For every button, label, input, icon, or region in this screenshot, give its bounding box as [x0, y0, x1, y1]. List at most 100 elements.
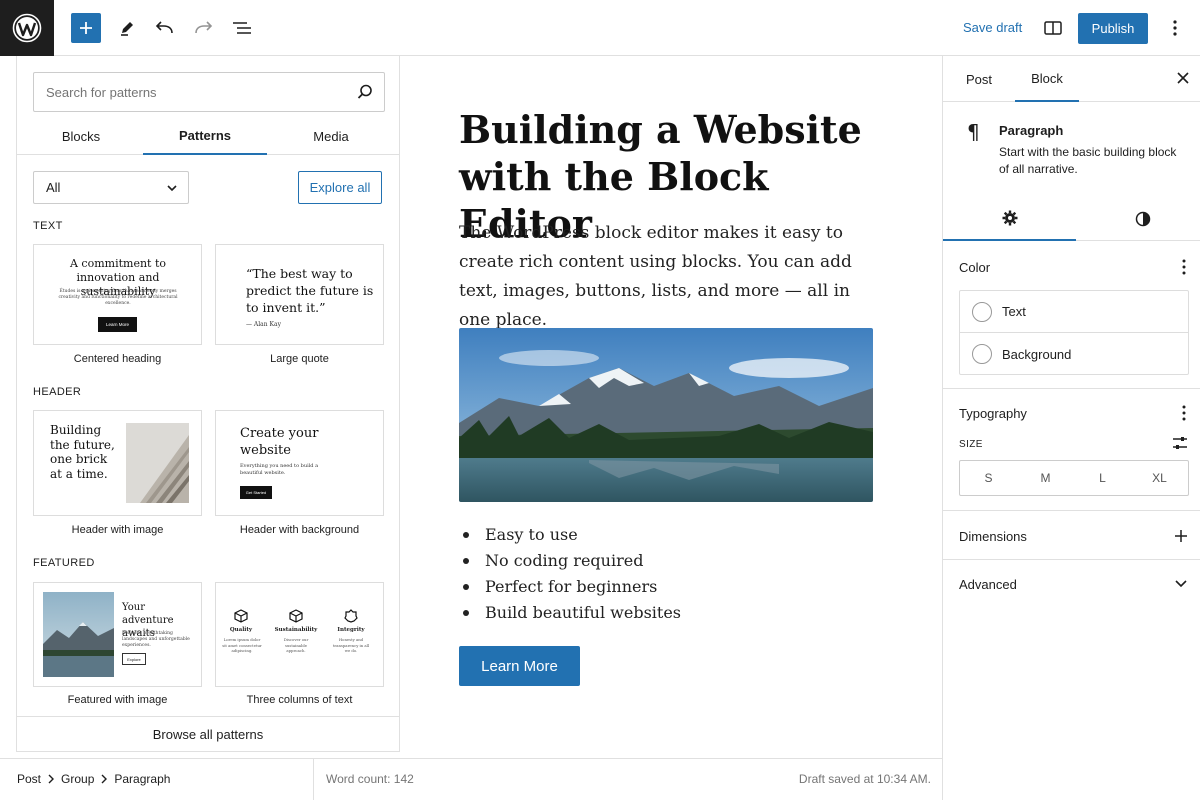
- pattern-label: Featured with image: [67, 694, 168, 706]
- inserter-tabs: Blocks Patterns Media: [17, 118, 399, 155]
- pattern-card-featured-with-image[interactable]: Your adventure awaits Discover breathtak…: [33, 582, 202, 687]
- font-size-picker: S M L XL: [959, 460, 1189, 496]
- search-icon[interactable]: [356, 83, 374, 101]
- typography-section-title[interactable]: Typography: [959, 406, 1027, 421]
- columns-view-icon: [1044, 21, 1062, 35]
- chevron-right-icon: [48, 774, 55, 784]
- sidebar-tabs: Post Block: [943, 56, 1200, 102]
- building-image: [126, 423, 189, 503]
- wordpress-logo-icon[interactable]: [0, 0, 54, 56]
- sliders-icon[interactable]: [1172, 436, 1188, 450]
- more-options-icon[interactable]: [1182, 405, 1186, 421]
- tools-button[interactable]: [112, 13, 142, 43]
- pattern-category-select[interactable]: All: [33, 171, 189, 204]
- advanced-section-title[interactable]: Advanced: [959, 577, 1017, 592]
- list-item[interactable]: No coding required: [459, 548, 681, 574]
- column-body: Lorem ipsum dolor sit amet consectetur a…: [222, 637, 262, 653]
- add-block-button[interactable]: [71, 13, 101, 43]
- pattern-preview-button: Get Started: [240, 486, 272, 499]
- cube-icon: [234, 609, 248, 623]
- editor-footer: Post Group Paragraph Word count: 142 Dra…: [0, 758, 942, 800]
- pattern-label: Header with background: [239, 524, 360, 536]
- search-placeholder: Search for patterns: [46, 85, 157, 100]
- breadcrumb-item-paragraph[interactable]: Paragraph: [114, 772, 170, 786]
- document-overview-button[interactable]: [227, 13, 257, 43]
- browse-all-patterns-button[interactable]: Browse all patterns: [17, 716, 399, 752]
- block-settings-tabs: [943, 196, 1200, 241]
- list-block[interactable]: Easy to use No coding required Perfect f…: [459, 522, 681, 626]
- tab-settings[interactable]: [943, 196, 1076, 241]
- color-options: Text Background: [959, 290, 1189, 375]
- redo-icon: [195, 21, 213, 34]
- image-block[interactable]: [459, 328, 873, 502]
- breadcrumb-item-group[interactable]: Group: [61, 772, 94, 786]
- color-section-title[interactable]: Color: [959, 260, 990, 275]
- tab-blocks[interactable]: Blocks: [19, 118, 143, 155]
- more-options-icon[interactable]: [1182, 259, 1186, 275]
- list-item[interactable]: Perfect for beginners: [459, 574, 681, 600]
- redo-button[interactable]: [188, 13, 218, 43]
- chevron-right-icon: [101, 774, 108, 784]
- pattern-preview-heading: Create your website: [240, 426, 319, 458]
- tab-patterns[interactable]: Patterns: [143, 118, 267, 155]
- save-draft-button[interactable]: Save draft: [963, 20, 1022, 35]
- plus-icon[interactable]: [1174, 529, 1188, 543]
- options-menu-button[interactable]: [1160, 13, 1190, 43]
- section-divider: [943, 510, 1200, 511]
- pattern-card-header-with-background[interactable]: Create your website Everything you need …: [215, 410, 384, 516]
- cube-icon: [289, 609, 303, 623]
- publish-button[interactable]: Publish: [1078, 13, 1148, 44]
- background-color-option[interactable]: Background: [960, 333, 1188, 375]
- size-option-xl[interactable]: XL: [1131, 461, 1188, 495]
- tab-styles[interactable]: [1076, 196, 1200, 241]
- learn-more-button[interactable]: Learn More: [459, 646, 580, 686]
- close-icon[interactable]: [1177, 72, 1189, 84]
- plus-icon: [80, 22, 92, 34]
- pattern-card-three-columns[interactable]: Quality Sustainability Integrity Lorem i…: [215, 582, 384, 687]
- color-swatch: [972, 301, 992, 322]
- chevron-down-icon: [167, 185, 177, 192]
- pencil-icon: [121, 22, 133, 36]
- text-color-option[interactable]: Text: [960, 291, 1188, 333]
- pattern-label: Centered heading: [73, 353, 162, 365]
- category-label-featured: FEATURED: [33, 557, 95, 569]
- preview-button[interactable]: [1038, 13, 1068, 43]
- list-item[interactable]: Build beautiful websites: [459, 600, 681, 626]
- block-name: Paragraph: [999, 123, 1064, 138]
- column-body: Discover our sustainable approach.: [283, 637, 309, 653]
- undo-icon: [155, 21, 173, 34]
- list-view-icon: [233, 22, 251, 34]
- category-label-text: TEXT: [33, 220, 63, 232]
- pattern-search-input[interactable]: Search for patterns: [33, 72, 385, 112]
- section-divider: [943, 388, 1200, 389]
- paragraph-icon: ¶: [967, 120, 980, 144]
- select-value: All: [46, 180, 61, 195]
- breadcrumb: Post Group Paragraph: [17, 772, 170, 786]
- pattern-preview-body: Études is a pioneering firm that seamles…: [58, 289, 178, 306]
- word-count: Word count: 142: [326, 772, 414, 786]
- category-label-header: HEADER: [33, 386, 82, 398]
- dimensions-section-title[interactable]: Dimensions: [959, 529, 1027, 544]
- size-option-l[interactable]: L: [1074, 461, 1131, 495]
- kebab-menu-icon: [1173, 20, 1177, 36]
- list-item[interactable]: Easy to use: [459, 522, 681, 548]
- breadcrumb-item-post[interactable]: Post: [17, 772, 41, 786]
- column-body: Honesty and transparency in all we do.: [332, 637, 370, 653]
- pattern-card-header-with-image[interactable]: Building the future, one brick at a time…: [33, 410, 202, 516]
- tab-post[interactable]: Post: [959, 56, 999, 102]
- tab-media[interactable]: Media: [269, 118, 393, 155]
- undo-button[interactable]: [150, 13, 180, 43]
- size-label: SIZE: [959, 439, 983, 450]
- chevron-down-icon[interactable]: [1174, 579, 1188, 589]
- pattern-card-large-quote[interactable]: “The best way to predict the future is t…: [215, 244, 384, 345]
- paragraph-block[interactable]: The WordPress block editor makes it easy…: [459, 219, 859, 335]
- pattern-card-centered-heading[interactable]: A commitment to innovation and sustainab…: [33, 244, 202, 345]
- explore-all-button[interactable]: Explore all: [298, 171, 382, 204]
- gear-icon: [1002, 210, 1017, 225]
- pattern-preview-body: Discover breathtaking landscapes and unf…: [122, 631, 190, 648]
- tab-block[interactable]: Block: [1015, 56, 1079, 102]
- column-title: Quality: [229, 627, 253, 633]
- size-option-m[interactable]: M: [1017, 461, 1074, 495]
- pattern-preview-author: — Alan Kay: [246, 321, 281, 328]
- size-option-s[interactable]: S: [960, 461, 1017, 495]
